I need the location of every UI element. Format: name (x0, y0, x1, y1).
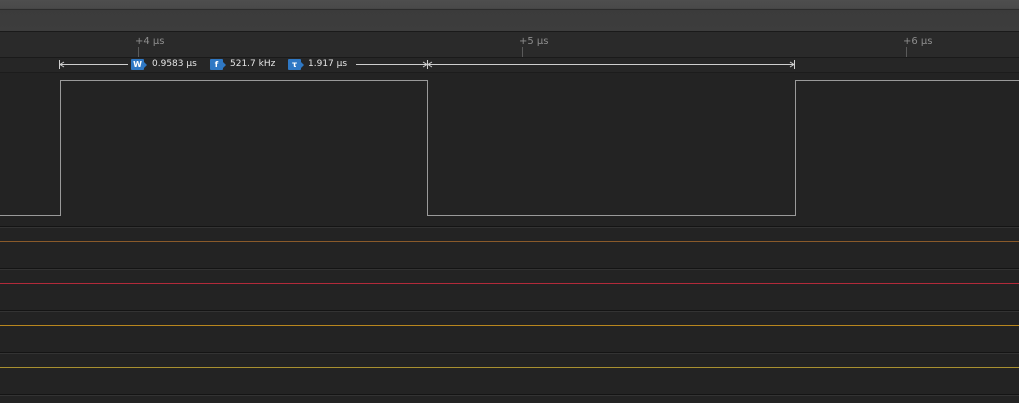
frequency-icon: f (210, 59, 226, 70)
channel-3-row[interactable] (0, 312, 1019, 352)
channel-3-trace (0, 325, 1019, 326)
channel-1-trace (0, 241, 1019, 242)
channel-0-waveform[interactable] (0, 73, 1019, 226)
channel-2-row[interactable] (0, 270, 1019, 310)
time-ruler[interactable]: +4 µs +5 µs +6 µs (0, 32, 1019, 58)
top-bar-separator (0, 9, 1019, 10)
frequency-value: 521.7 kHz (230, 59, 276, 69)
tick-mark-4us (138, 47, 139, 57)
tick-label-5us: +5 µs (519, 36, 549, 47)
channel-1-row[interactable] (0, 228, 1019, 268)
channel-4-trace (0, 367, 1019, 368)
tick-label-4us: +4 µs (135, 36, 165, 47)
period-value: 1.917 µs (308, 59, 348, 69)
tick-label-6us: +6 µs (903, 36, 933, 47)
channel-4-row[interactable] (0, 354, 1019, 394)
period-icon: τ (288, 59, 304, 70)
measurement-row: W 0.9583 µs f 521.7 kHz τ 1.917 µs (0, 58, 1019, 73)
channel-2-trace (0, 283, 1019, 284)
pulse-width-value: 0.9583 µs (152, 59, 197, 69)
channel-divider (0, 395, 1019, 396)
tick-mark-6us (906, 47, 907, 57)
window-top-bar (0, 0, 1019, 32)
tick-mark-5us (522, 47, 523, 57)
digital-waveform-trace (0, 80, 1019, 216)
width-icon: W (131, 59, 147, 70)
